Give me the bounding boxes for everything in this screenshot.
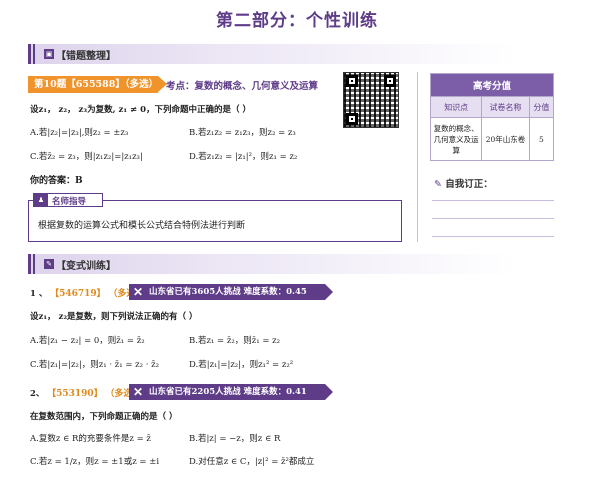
practice-item-header: 2、 【553190】 （多选） [30,386,141,399]
header-bar [33,44,35,64]
column-divider [417,72,418,242]
crossed-swords-icon: ✕ [133,385,144,399]
practice-number: 1 、 [30,289,48,299]
option-a: A.复数z ∈ R的充要条件是z = z̄ [30,434,151,444]
cell-knowledge: 复数的概念、几何意义及运算 [429,117,483,161]
option-d: D.若|z₁|=|z₂|，则z₁² = z₂² [189,360,294,370]
col-knowledge: 知识点 [429,96,483,118]
challenge-banner: ✕ 山东省已有3605人挑战 难度系数：0.45 [129,284,333,300]
option-b: B.若z₁z₂ = z₁z₃，则z₂ = z₃ [189,128,296,138]
practice-item-header: 1 、 【546719】 （多选） [30,286,144,299]
write-line [432,200,554,201]
option-a: A.若|z₁ − z₂| = 0，则z̄₁ = z̄₂ [30,336,145,346]
pin-icon: ✎ [434,179,442,190]
write-line [432,236,554,237]
section-header-mistakes: ▣ 【错题整理】 [28,44,518,64]
score-table-title: 高考分值 [430,73,554,97]
option-d: D.若z₁z₂ = |z₁|²，则z₁ = z₂ [189,152,298,162]
question-badge: 第10题【655588】（多选） [28,76,167,93]
page-title: 第二部分：个性训练 [216,11,378,31]
col-paper: 试卷名称 [481,96,530,118]
cell-paper: 20年山东卷 [481,117,530,161]
challenge-text: 山东省已有3605人挑战 难度系数：0.45 [149,287,307,297]
teacher-icon: ♟ [34,194,48,206]
option-d: D.对任意z ∈ C，|z|² = z̄²都成立 [189,457,315,467]
qr-code-icon[interactable] [343,72,399,128]
pencil-icon: ✎ [44,259,54,269]
option-a: A.若|z₂|=|z₃|,则z₂ = ±z₃ [30,128,129,138]
your-answer: 你的答案：B [30,176,83,186]
option-c: C.若z̄₂ = z₃，则|z₁z₂|=|z₁z₃| [30,152,143,162]
practice-stem: 在复数范围内，下列命题正确的是（ ） [30,412,178,422]
section-header-practice: ✎ 【变式训练】 [28,254,518,274]
header-bar [28,44,31,64]
practice-number: 2、 [30,389,45,399]
question-stem: 设z₁， z₂， z₃为复数, z₁ ≠ 0，下列命题中正确的是（ ） [30,105,251,115]
list-icon: ▣ [44,49,54,59]
score-table: 高考分值 知识点 试卷名称 分值 复数的概念、几何意义及运算 20年山东卷 5 [429,73,555,161]
option-b: B.若z₁ = z̄₂，则z̄₁ = z₂ [189,336,281,346]
crossed-swords-icon: ✕ [133,285,144,299]
practice-id[interactable]: 【553190】 [47,389,103,399]
question-topic: 考点：复数的概念、几何意义及运算 [166,81,319,92]
teacher-label: 名师指导 [52,197,87,207]
header-bar [33,254,35,274]
self-correct-label: ✎ 自我订正： [434,176,493,190]
option-c: C.若|z₁|=|z₂|，则z₁ · z̄₁ = z₂ · z̄₂ [30,360,160,370]
section-label: 【变式训练】 [56,261,116,272]
section-label: 【错题整理】 [56,51,116,62]
write-line [432,218,554,219]
practice-stem: 设z₁， z₂是复数，则下列说法正确的有（ ） [30,312,198,322]
teacher-text: 根据复数的运算公式和模长公式结合特例法进行判断 [38,221,246,231]
practice-id[interactable]: 【546719】 [50,289,106,299]
challenge-banner: ✕ 山东省已有2205人挑战 难度系数：0.41 [129,384,333,400]
header-bar [28,254,31,274]
self-correct-text: 自我订正： [445,179,493,190]
col-score: 分值 [528,96,555,118]
challenge-text: 山东省已有2205人挑战 难度系数：0.41 [149,387,307,397]
option-c: C.若z = 1/z，则z = ±1或z = ±i [30,457,160,467]
teacher-guidance-tab: ♟ 名师指导 [33,193,103,207]
option-b: B.若|z| = −z，则z ∈ R [189,434,281,444]
cell-score: 5 [528,117,555,161]
